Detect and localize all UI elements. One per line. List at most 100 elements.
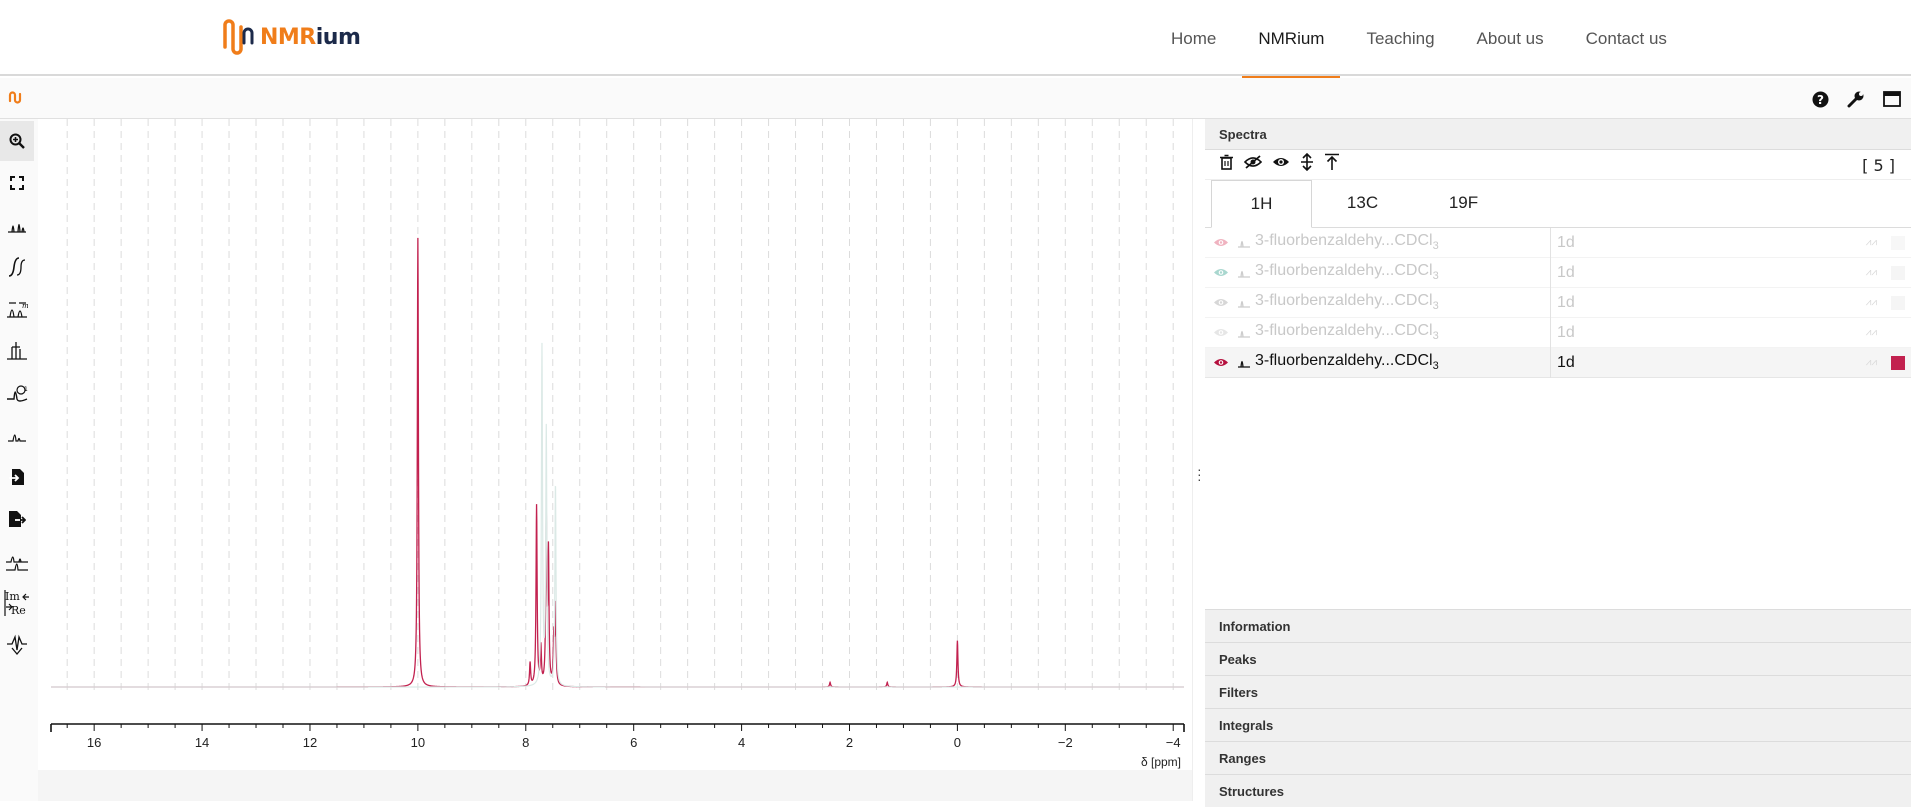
- svg-text:Re: Re: [11, 604, 26, 617]
- spectrum-dimension: 1d: [1550, 257, 1575, 288]
- x-tick-label: 6: [630, 735, 637, 750]
- mini-spectrum-icon: ⩘⩘: [1865, 297, 1877, 308]
- section-filters[interactable]: Filters: [1205, 675, 1911, 708]
- tool-sidebar: m 1 Im Re: [0, 119, 38, 801]
- visibility-eye-icon[interactable]: [1205, 327, 1237, 338]
- spectrum-name: 3-fluorbenzaldehy...CDCl3: [1255, 352, 1439, 373]
- nav-home[interactable]: Home: [1155, 0, 1232, 76]
- x-tick-label: 14: [195, 735, 209, 750]
- spectrum-dimension: 1d: [1550, 227, 1575, 258]
- spectrum-name: 3-fluorbenzaldehy...CDCl3: [1255, 232, 1439, 253]
- spectrum-dimension: 1d: [1550, 347, 1575, 378]
- mini-spectrum-icon: ⩘⩘: [1865, 327, 1877, 338]
- spectrum-chart[interactable]: 16 14 12 10 8 6 4 2 0 −2 −4 δ [ppm]: [38, 119, 1192, 770]
- phase-correction-icon[interactable]: 1: [0, 373, 34, 413]
- export-icon[interactable]: [0, 499, 34, 539]
- x-tick-label: 8: [522, 735, 529, 750]
- logo-text: NMRium: [260, 24, 361, 50]
- spectrum-color-swatch[interactable]: [1891, 296, 1905, 310]
- window-icon[interactable]: [1881, 88, 1903, 110]
- x-tick-label: 2: [846, 735, 853, 750]
- spectrum-type-icon: [1237, 354, 1255, 372]
- integral-icon[interactable]: [0, 247, 34, 287]
- spectra-list: 3-fluorbenzaldehy...CDCl3 1d ⩘⩘ 3-fluorbenz…: [1205, 227, 1911, 378]
- splitter-handle-icon[interactable]: · · ·: [1197, 462, 1202, 486]
- spectra-count: [ 5 ]: [1862, 156, 1895, 175]
- spectra-section-header[interactable]: Spectra: [1205, 119, 1911, 150]
- svg-text:m: m: [22, 302, 28, 310]
- full-screen-icon[interactable]: [0, 163, 34, 203]
- app-toolbar: ?: [0, 78, 1911, 119]
- spectrum-name: 3-fluorbenzaldehy...CDCl3: [1255, 322, 1439, 343]
- x-tick-label: 16: [87, 735, 101, 750]
- mini-spectrum-icon: ⩘⩘: [1865, 267, 1877, 278]
- help-icon[interactable]: ?: [1809, 88, 1831, 110]
- spectrum-color-swatch[interactable]: [1891, 266, 1905, 280]
- section-structures[interactable]: Structures: [1205, 774, 1911, 807]
- spectrum-type-icon: [1237, 294, 1255, 312]
- x-tick-label: 12: [303, 735, 317, 750]
- site-header: NMRium Home NMRium Teaching About us Contact…: [0, 0, 1911, 78]
- x-tick-label: 10: [411, 735, 425, 750]
- nav-nmrium[interactable]: NMRium: [1242, 0, 1341, 78]
- tab-1h[interactable]: 1H: [1211, 180, 1312, 228]
- expand-vertical-icon[interactable]: [1300, 152, 1314, 176]
- fid-icon[interactable]: [0, 625, 34, 665]
- spectrum-dimension: 1d: [1550, 317, 1575, 348]
- visibility-eye-icon[interactable]: [1205, 357, 1237, 368]
- nmrium-logo[interactable]: NMRium: [222, 16, 361, 58]
- spectrum-type-icon: [1237, 324, 1255, 342]
- baseline-correction-icon[interactable]: [0, 415, 34, 455]
- right-panel: Spectra [ 5 ] 1H 13C 19F 3-fluorbenzaldehy…: [1205, 119, 1911, 807]
- visibility-eye-icon[interactable]: [1205, 267, 1237, 278]
- spectrum-line-2: [51, 342, 1184, 688]
- tab-19f[interactable]: 19F: [1413, 180, 1514, 228]
- spectrum-row[interactable]: 3-fluorbenzaldehy...CDCl3 1d ⩘⩘: [1205, 287, 1911, 318]
- spectrum-row[interactable]: 3-fluorbenzaldehy...CDCl3 1d ⩘⩘: [1205, 257, 1911, 288]
- mini-spectrum-icon: ⩘⩘: [1865, 237, 1877, 248]
- zoom-tool-icon[interactable]: [0, 121, 34, 161]
- section-peaks[interactable]: Peaks: [1205, 642, 1911, 675]
- spectrum-dimension: 1d: [1550, 287, 1575, 318]
- import-icon[interactable]: [0, 457, 34, 497]
- nav-teaching[interactable]: Teaching: [1350, 0, 1450, 76]
- spectrum-color-swatch[interactable]: [1891, 356, 1905, 370]
- visibility-eye-icon[interactable]: [1205, 297, 1237, 308]
- spectrum-type-icon: [1237, 234, 1255, 252]
- section-integrals[interactable]: Integrals: [1205, 708, 1911, 741]
- spectrum-color-swatch[interactable]: [1891, 236, 1905, 250]
- spectrum-row[interactable]: 3-fluorbenzaldehy...CDCl3 1d ⩘⩘: [1205, 317, 1911, 348]
- x-tick-label: −2: [1058, 735, 1073, 750]
- range-picking-icon[interactable]: m: [0, 289, 34, 329]
- stack-spectra-icon[interactable]: [0, 541, 34, 581]
- align-top-icon[interactable]: [1324, 153, 1340, 176]
- nmrium-logo-icon: [223, 19, 254, 55]
- peak-picking-icon[interactable]: [0, 205, 34, 245]
- nmrium-logo-icon[interactable]: [7, 88, 25, 111]
- spectrum-type-icon: [1237, 264, 1255, 282]
- section-information[interactable]: Information: [1205, 609, 1911, 642]
- show-all-icon[interactable]: [1272, 155, 1290, 174]
- wrench-icon[interactable]: [1845, 88, 1867, 110]
- hide-all-icon[interactable]: [1243, 155, 1263, 174]
- section-ranges[interactable]: Ranges: [1205, 741, 1911, 774]
- spectrum-row[interactable]: 3-fluorbenzaldehy...CDCl3 1d ⩘⩘: [1205, 347, 1911, 378]
- spectrum-name: 3-fluorbenzaldehy...CDCl3: [1255, 292, 1439, 313]
- panel-splitter[interactable]: · · ·: [1192, 119, 1205, 801]
- multiplet-analysis-icon[interactable]: [0, 331, 34, 371]
- real-imaginary-icon[interactable]: Im Re: [0, 583, 34, 623]
- delete-icon[interactable]: [1219, 154, 1234, 175]
- spectrum-row[interactable]: 3-fluorbenzaldehy...CDCl3 1d ⩘⩘: [1205, 227, 1911, 258]
- svg-text:?: ?: [1817, 93, 1824, 107]
- nav-about-us[interactable]: About us: [1461, 0, 1560, 76]
- spectrum-viewer[interactable]: 16 14 12 10 8 6 4 2 0 −2 −4 δ [ppm]: [38, 119, 1192, 801]
- x-tick-label: 4: [738, 735, 745, 750]
- nav-contact-us[interactable]: Contact us: [1570, 0, 1683, 76]
- spectrum-color-swatch[interactable]: [1891, 326, 1905, 340]
- main-nav: Home NMRium Teaching About us Contact us: [1150, 0, 1688, 78]
- spectrum-line-1: [51, 237, 1184, 688]
- mini-spectrum-icon: ⩘⩘: [1865, 357, 1877, 368]
- tab-13c[interactable]: 13C: [1312, 180, 1413, 228]
- visibility-eye-icon[interactable]: [1205, 237, 1237, 248]
- svg-text:Im: Im: [5, 590, 20, 603]
